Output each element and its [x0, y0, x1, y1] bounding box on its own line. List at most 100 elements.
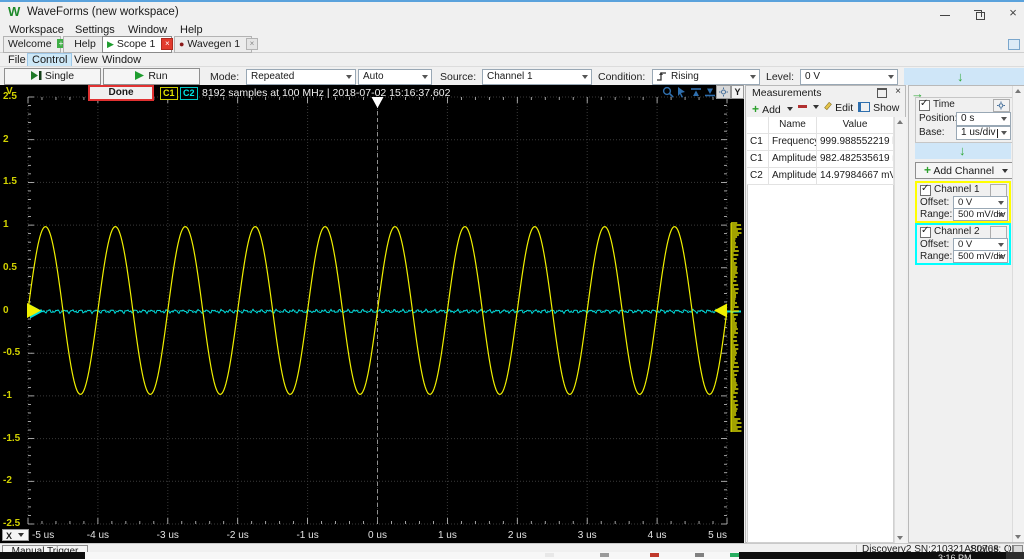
measurements-scrollbar[interactable] [894, 117, 906, 543]
chevron-down-icon [582, 75, 588, 79]
channel1-checkbox[interactable] [920, 183, 931, 196]
chevron-down-icon [1001, 131, 1007, 135]
float-panel-icon[interactable] [877, 88, 887, 98]
x-cursor-button-label: X [6, 531, 13, 541]
scope-plot-canvas[interactable] [0, 85, 744, 543]
close-icon: × [1009, 5, 1017, 20]
x-tick-label: -2 us [226, 530, 249, 541]
measurement-cell[interactable]: C2 [747, 168, 769, 185]
fit-top-icon[interactable] [690, 86, 702, 101]
tab-wavegen-close-icon[interactable]: × [246, 38, 259, 50]
acquisition-state-button[interactable]: Done [88, 85, 154, 101]
edit-measurement-button[interactable]: Edit [822, 101, 853, 114]
waveforms-logo-icon: W [8, 4, 21, 19]
source-select[interactable]: Channel 1 [482, 69, 592, 85]
measurement-cell[interactable]: Frequency [769, 134, 817, 151]
scroll-down-icon[interactable] [1015, 535, 1021, 539]
time-settings-icon[interactable] [993, 99, 1010, 112]
channel2-range-select[interactable]: 500 mV/div [953, 250, 1008, 263]
tab-scope-1[interactable]: ▶ Scope 1 × [102, 36, 174, 53]
title-bar[interactable]: W WaveForms (new workspace) × [0, 2, 1024, 22]
base-select[interactable]: 1 us/div [956, 126, 1011, 140]
measurement-cell[interactable]: C1 [747, 134, 769, 151]
channel2-group: Channel 2 Offset: 0 V Range: 500 mV/div [915, 223, 1011, 265]
scope-menu-view[interactable]: View [70, 53, 102, 67]
channel2-checkbox[interactable] [920, 225, 931, 238]
tab-help-label: Help [74, 38, 96, 50]
y-tick-label: 1.5 [3, 176, 17, 188]
cursor-icon[interactable] [676, 86, 688, 101]
channel1-range-select[interactable]: 500 mV/div [953, 208, 1008, 221]
channel2-badge[interactable]: C2 [180, 87, 198, 100]
tab-welcome[interactable]: Welcome + [3, 36, 66, 53]
x-tick-label: -4 us [86, 530, 110, 541]
add-channel-label: Add Channel [933, 165, 995, 177]
taskbar-app-icon[interactable] [545, 553, 554, 557]
scope-menu-window[interactable]: Window [98, 53, 145, 67]
fit-bottom-icon[interactable] [704, 86, 716, 101]
dock-icon[interactable] [1008, 39, 1020, 50]
add-measurement-button[interactable]: + Add [752, 102, 793, 116]
tab-help[interactable]: Help [63, 36, 107, 53]
menu-workspace[interactable]: Workspace [5, 23, 68, 37]
measurement-cell[interactable]: Amplitude [769, 151, 817, 168]
menu-window[interactable]: Window [124, 23, 171, 37]
position-select[interactable]: 0 s [956, 112, 1011, 126]
mode-select[interactable]: Repeated [246, 69, 356, 85]
tab-wavegen-1[interactable]: ● Wavegen 1 × [174, 36, 259, 53]
run-button-label: Run [148, 70, 168, 82]
record-icon: ● [179, 39, 185, 49]
scope-menu-control[interactable]: Control [27, 53, 73, 67]
scroll-up-icon[interactable] [1015, 89, 1021, 93]
scope-menu-file[interactable]: File [4, 53, 30, 67]
time-checkbox[interactable] [919, 98, 930, 111]
green-down-arrow-icon: ↓ [959, 143, 966, 158]
remove-measurement-button[interactable] [798, 102, 820, 114]
scope-menu-bar: File Control View Window [0, 53, 1024, 67]
config-scrollbar[interactable] [1012, 86, 1024, 542]
measurement-cell[interactable]: 999.988552219 kHz [817, 134, 894, 151]
taskbar-app-icon[interactable] [695, 553, 704, 557]
tab-welcome-label: Welcome [8, 38, 52, 50]
channel1-badge[interactable]: C1 [160, 87, 178, 100]
tab-scope-label: Scope 1 [116, 38, 156, 50]
windows-taskbar[interactable]: 3:16 PM [0, 552, 1024, 559]
single-button[interactable]: Single [4, 68, 101, 85]
measurement-cell[interactable]: C1 [747, 151, 769, 168]
menu-help[interactable]: Help [176, 23, 207, 37]
show-menu-label: Show [873, 102, 900, 114]
x-cursor-button[interactable]: X [2, 529, 29, 541]
y-cursor-button[interactable]: Y [731, 85, 744, 99]
y-tick-label: -0.5 [3, 347, 21, 359]
tab-scope-close-icon[interactable]: × [161, 38, 174, 50]
level-select[interactable]: 0 V [800, 69, 898, 85]
auto-select[interactable]: Auto [358, 69, 432, 85]
measurement-cell[interactable]: 982.482535619 mV [817, 151, 894, 168]
menu-settings[interactable]: Settings [71, 23, 119, 37]
zoom-icon[interactable] [662, 86, 674, 101]
plot-options-icon[interactable] [716, 85, 731, 99]
minimize-button[interactable] [928, 4, 962, 24]
close-button[interactable]: × [996, 4, 1024, 24]
taskbar-app-icon[interactable] [650, 553, 659, 557]
restore-button[interactable] [962, 4, 996, 24]
scroll-up-icon[interactable] [897, 120, 903, 124]
measurements-panel-header[interactable]: Measurements × [746, 86, 905, 101]
measurements-table[interactable]: NameValue C1Frequency999.988552219 kHz C1A… [747, 117, 894, 185]
add-channel-button[interactable]: + Add Channel [915, 162, 1013, 179]
scroll-down-icon[interactable] [897, 536, 903, 540]
taskbar-clock-area[interactable] [1006, 552, 1024, 559]
taskbar-app-icon[interactable] [730, 553, 739, 557]
close-panel-icon[interactable]: × [895, 86, 901, 97]
run-button[interactable]: Run [103, 68, 200, 85]
source-label: Source: [440, 71, 477, 83]
scope-plot-area[interactable]: V Done C1 C2 8192 samples at 100 MHz | 2… [0, 85, 744, 543]
minimize-icon [940, 15, 950, 16]
y-tick-label: -1.5 [3, 432, 21, 444]
condition-select[interactable]: Rising [652, 69, 760, 85]
measurement-cell[interactable]: Amplitude [769, 168, 817, 185]
measurement-cell[interactable]: 14.97984667 mV [817, 168, 894, 185]
chevron-down-icon [346, 75, 352, 79]
open-window-preview[interactable] [85, 552, 739, 559]
taskbar-app-icon[interactable] [600, 553, 609, 557]
